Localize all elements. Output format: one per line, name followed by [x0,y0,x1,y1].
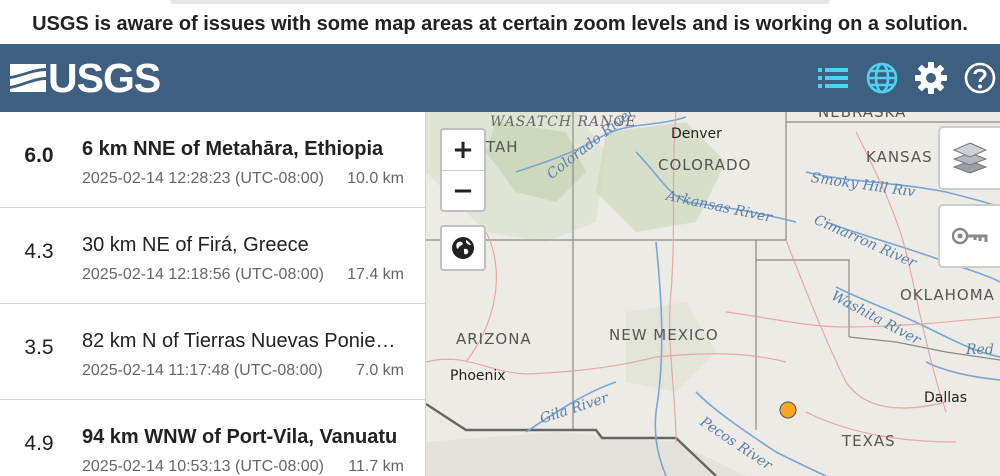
usgs-wave-icon [10,64,46,92]
key-icon [952,227,988,245]
label-denver: Denver [671,126,722,142]
label-utah: TAH [486,138,519,156]
layers-button[interactable] [938,126,1000,190]
depth: 17.4 km [347,266,404,283]
brand-name: USGS [48,55,161,101]
earthquake-item[interactable]: 4.3 30 km NE of Firá, Greece 2025-02-14 … [0,208,425,304]
world-view-button[interactable] [440,225,486,271]
earthquake-marker[interactable] [779,401,797,419]
location: 6 km NNE of Metahāra, Ethiopia [82,138,384,160]
label-nebraska: NEBRASKA [818,112,907,121]
layers-icon [952,142,988,174]
earthquake-list: 6.0 6 km NNE of Metahāra, Ethiopia 2025-… [0,112,426,476]
gear-icon [915,62,947,94]
magnitude: 4.9 [24,432,54,455]
location: 30 km NE of Firá, Greece [82,234,309,256]
label-kansas: KANSAS [866,148,933,166]
notice-top-edge [170,0,830,4]
magnitude: 3.5 [24,336,54,359]
label-oklahoma: OKLAHOMA [900,286,995,304]
zoom-control: + − [440,128,486,212]
magnitude: 4.3 [24,240,54,263]
notice-text: USGS is aware of issues with some map ar… [32,13,968,35]
event-time: 2025-02-14 10:53:13 (UTC-08:00) [82,458,324,475]
magnitude: 6.0 [24,144,54,167]
location: 82 km N of Tierras Nuevas Poniente, Puer… [82,330,404,352]
settings-button[interactable] [911,58,951,98]
map-view[interactable]: WASATCH RANGE TAH Denver COLORADO KANSAS… [426,112,1000,476]
earthquake-item[interactable]: 3.5 82 km N of Tierras Nuevas Poniente, … [0,304,425,400]
help-button[interactable] [960,58,1000,98]
usgs-logo[interactable]: USGS [10,55,161,101]
depth: 7.0 km [355,362,404,379]
earthquake-item[interactable]: 6.0 6 km NNE of Metahāra, Ethiopia 2025-… [0,112,425,208]
event-time: 2025-02-14 12:18:56 (UTC-08:00) [82,266,324,283]
event-time: 2025-02-14 11:17:48 (UTC-08:00) [82,362,323,379]
map-view-button[interactable] [862,58,902,98]
location: 94 km WNW of Port-Vila, Vanuatu [82,426,398,448]
label-dallas: Dallas [924,390,968,406]
depth: 11.7 km [348,458,404,475]
globe-icon [866,62,898,94]
label-texas: TEXAS [842,432,896,450]
label-new-mexico: NEW MEXICO [609,326,719,344]
label-arizona: ARIZONA [456,330,532,348]
earthquake-item[interactable]: 4.9 94 km WNW of Port-Vila, Vanuatu 2025… [0,400,425,476]
list-icon [818,68,848,88]
label-colorado: COLORADO [658,156,752,174]
globe-icon [452,237,474,259]
zoom-out-button[interactable]: − [442,171,484,211]
legend-button[interactable] [938,204,1000,268]
event-time: 2025-02-14 12:28:23 (UTC-08:00) [82,170,324,187]
label-red-river: Red [966,342,994,358]
label-phoenix: Phoenix [450,368,506,384]
help-icon [964,62,996,94]
list-button[interactable] [813,58,853,98]
notice-banner: USGS is aware of issues with some map ar… [0,0,1000,44]
zoom-in-button[interactable]: + [442,130,484,171]
depth: 10.0 km [347,170,404,187]
app-header: USGS [0,44,1000,112]
